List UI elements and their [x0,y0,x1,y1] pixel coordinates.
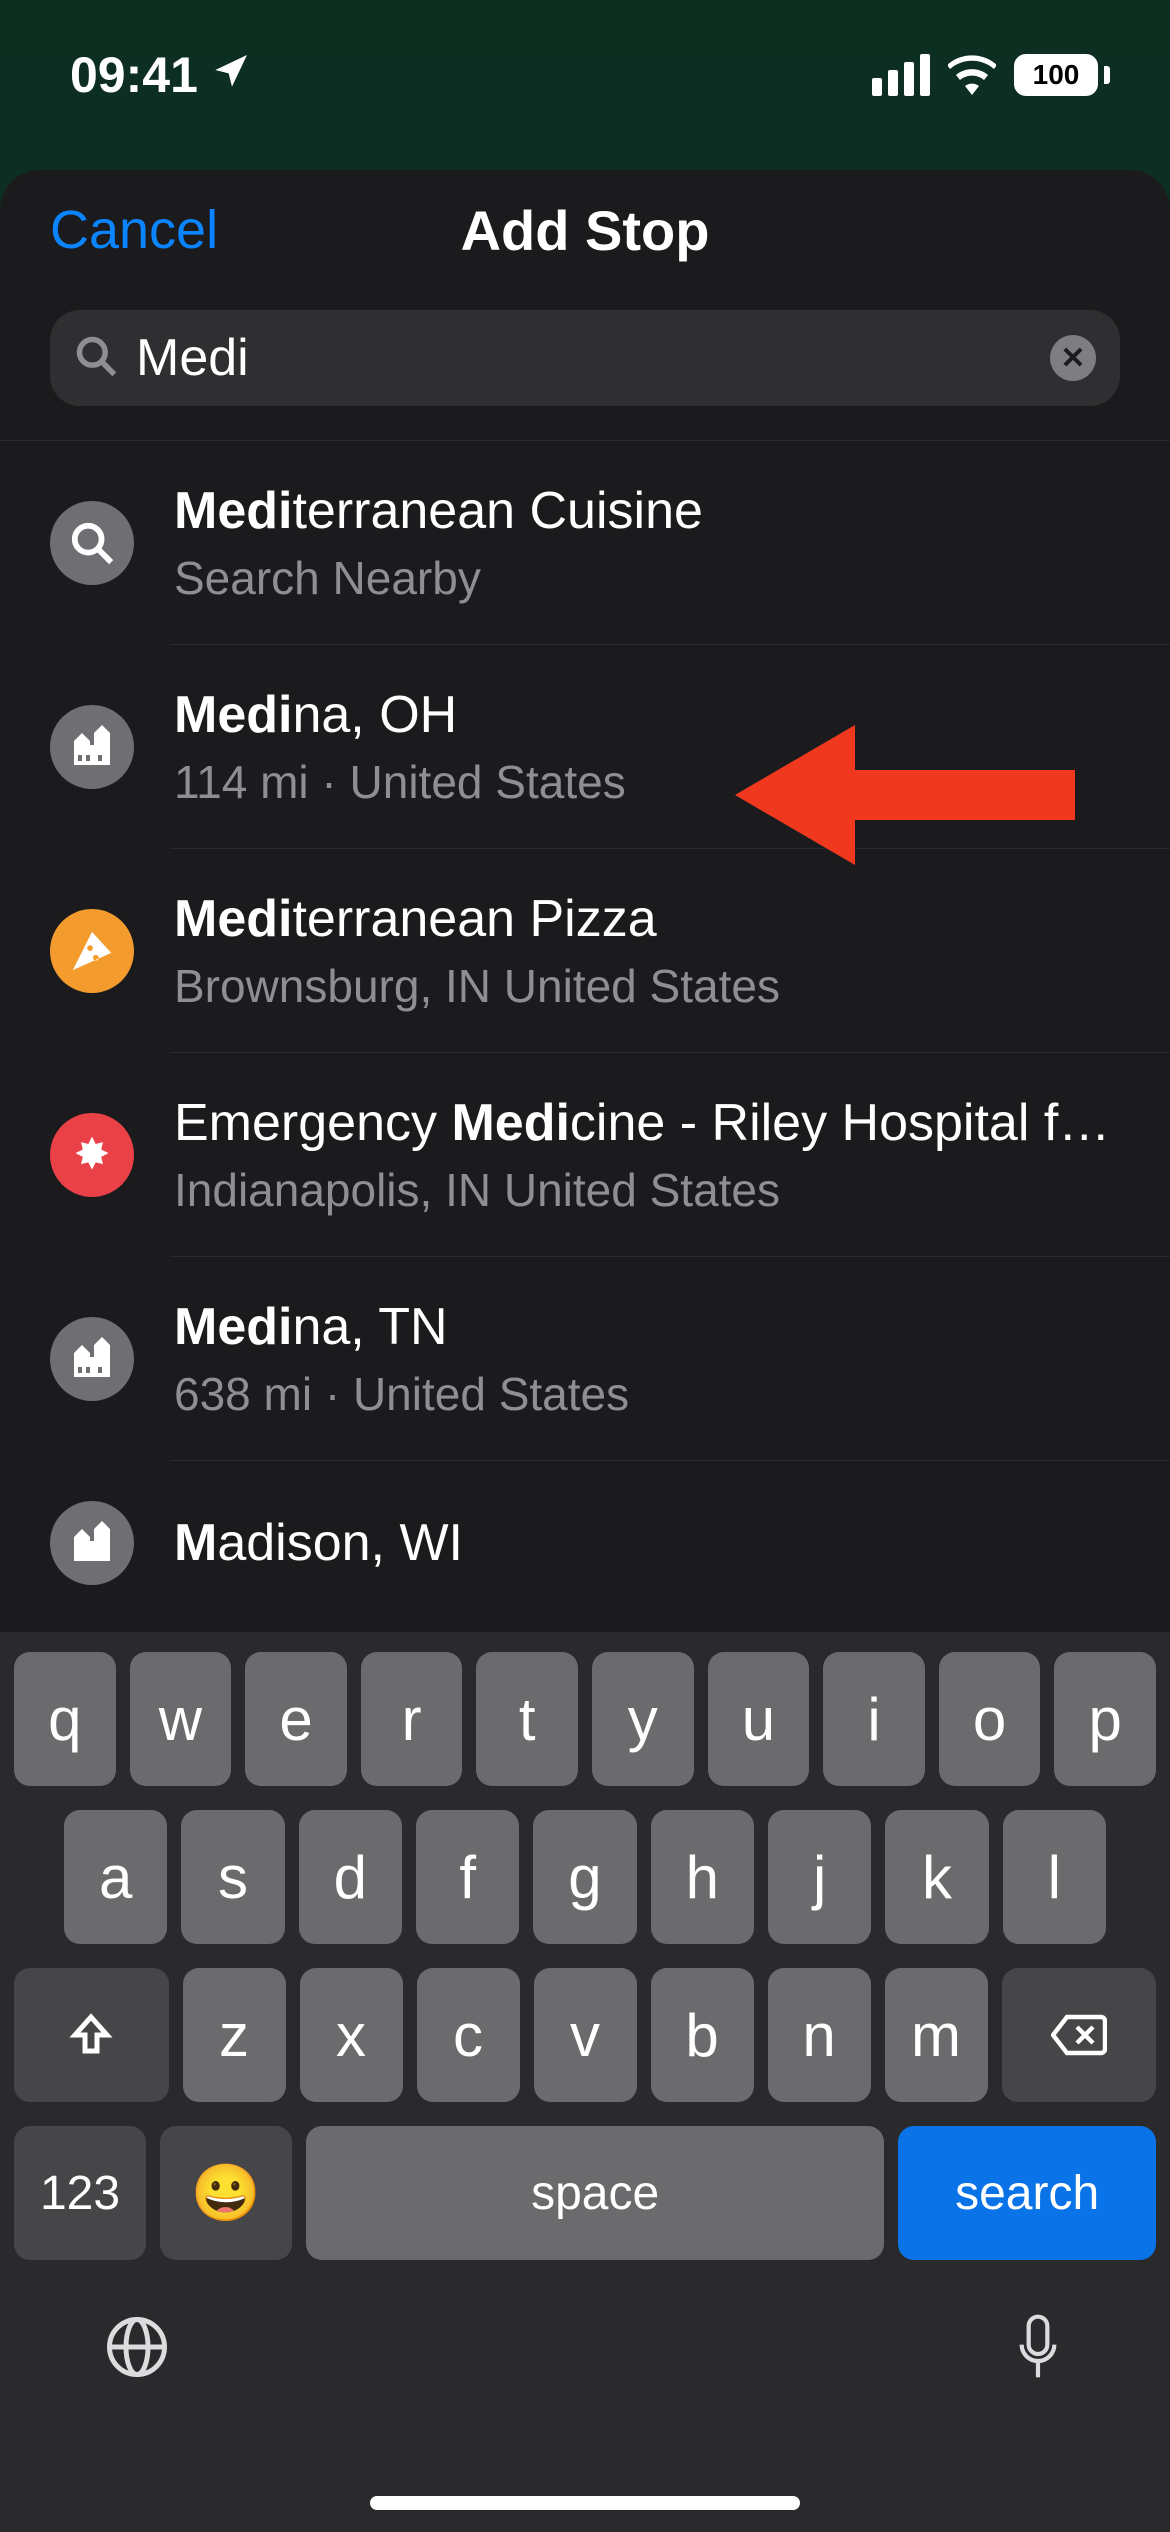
key-l[interactable]: l [1003,1810,1106,1944]
numbers-key[interactable]: 123 [14,2126,146,2260]
result-row[interactable]: Madison, WI [0,1461,1170,1620]
search-key[interactable]: search [898,2126,1156,2260]
city-icon [50,705,134,789]
medical-icon [50,1113,134,1197]
globe-icon[interactable] [104,2314,170,2380]
key-n[interactable]: n [768,1968,871,2102]
result-row[interactable]: Medina, TN 638 mi · United States [0,1257,1170,1461]
key-e[interactable]: e [245,1652,347,1786]
backspace-key[interactable] [1002,1968,1157,2102]
shift-key[interactable] [14,1968,169,2102]
result-title: Medina, OH [174,685,626,745]
key-w[interactable]: w [130,1652,232,1786]
key-c[interactable]: c [417,1968,520,2102]
battery-icon: 100 [1014,54,1110,96]
result-row[interactable]: Emergency Medicine - Riley Hospital for.… [0,1053,1170,1257]
status-time: 09:41 [70,46,198,104]
location-arrow-icon [212,44,252,102]
result-title: Madison, WI [174,1513,463,1573]
result-subtitle: Indianapolis, IN United States [174,1163,1120,1217]
key-f[interactable]: f [416,1810,519,1944]
result-title: Mediterranean Pizza [174,889,780,949]
key-m[interactable]: m [885,1968,988,2102]
key-a[interactable]: a [64,1810,167,1944]
sheet-title: Add Stop [461,198,710,263]
pizza-icon [50,909,134,993]
city-icon [50,1317,134,1401]
result-row[interactable]: Mediterranean Pizza Brownsburg, IN Unite… [0,849,1170,1053]
result-row[interactable]: Mediterranean Cuisine Search Nearby [0,441,1170,645]
emoji-key[interactable]: 😀 [160,2126,292,2260]
search-input[interactable] [136,328,1032,388]
key-h[interactable]: h [651,1810,754,1944]
result-subtitle: 638 mi · United States [174,1367,629,1421]
results-list: Mediterranean Cuisine Search Nearby Medi… [0,440,1170,1620]
key-b[interactable]: b [651,1968,754,2102]
key-d[interactable]: d [299,1810,402,1944]
space-key[interactable]: space [306,2126,884,2260]
key-j[interactable]: j [768,1810,871,1944]
keyboard: qwertyuiop asdfghjkl zxcvbnm 123 😀 space… [0,1632,1170,2532]
key-t[interactable]: t [476,1652,578,1786]
key-r[interactable]: r [361,1652,463,1786]
search-nearby-icon [50,501,134,585]
search-field[interactable]: ✕ [50,310,1120,406]
result-title: Mediterranean Cuisine [174,481,703,541]
key-s[interactable]: s [181,1810,284,1944]
result-subtitle: Search Nearby [174,551,703,605]
key-g[interactable]: g [533,1810,636,1944]
key-o[interactable]: o [939,1652,1041,1786]
mic-icon[interactable] [1010,2312,1066,2382]
key-x[interactable]: x [300,1968,403,2102]
key-k[interactable]: k [885,1810,988,1944]
key-u[interactable]: u [708,1652,810,1786]
search-icon [74,334,118,383]
result-row[interactable]: Medina, OH 114 mi · United States [0,645,1170,849]
key-q[interactable]: q [14,1652,116,1786]
result-title: Medina, TN [174,1297,629,1357]
signal-icon [872,54,930,96]
result-title: Emergency Medicine - Riley Hospital for.… [174,1093,1120,1153]
key-v[interactable]: v [534,1968,637,2102]
home-indicator[interactable] [370,2496,800,2510]
cancel-button[interactable]: Cancel [50,170,218,290]
key-i[interactable]: i [823,1652,925,1786]
clear-icon[interactable]: ✕ [1050,335,1096,381]
result-subtitle: 114 mi · United States [174,755,626,809]
city-icon [50,1501,134,1585]
key-z[interactable]: z [183,1968,286,2102]
key-y[interactable]: y [592,1652,694,1786]
wifi-icon [948,55,996,95]
key-p[interactable]: p [1054,1652,1156,1786]
status-bar: 09:41 100 [0,0,1170,150]
result-subtitle: Brownsburg, IN United States [174,959,780,1013]
